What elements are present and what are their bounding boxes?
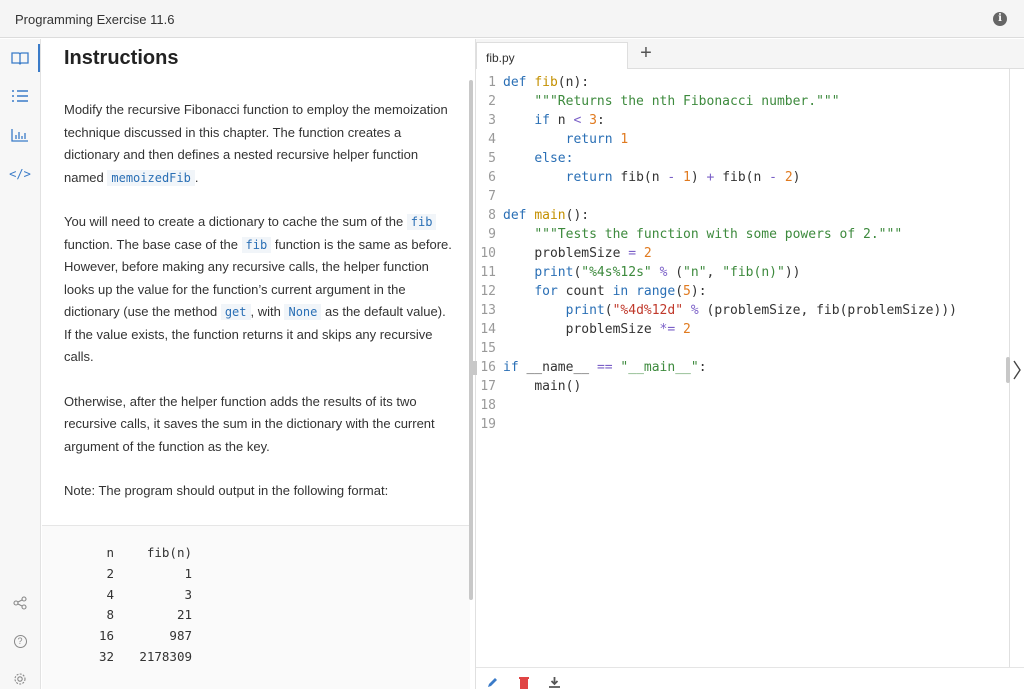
pencil-icon[interactable] bbox=[486, 676, 499, 689]
inline-code: fib bbox=[241, 236, 272, 253]
code-line-16[interactable]: if __name__ == "__main__": bbox=[503, 358, 707, 377]
window-title: Programming Exercise 11.6 bbox=[15, 12, 175, 27]
editor-tabs: fib.py + bbox=[476, 39, 1024, 69]
code-line-12[interactable]: for count in range(5): bbox=[503, 282, 706, 301]
add-tab-button[interactable]: + bbox=[638, 42, 654, 64]
line-number: 15 bbox=[480, 341, 496, 356]
help-icon[interactable]: ? bbox=[10, 631, 30, 651]
line-number: 9 bbox=[488, 227, 496, 242]
line-number: 8 bbox=[488, 208, 496, 223]
book-icon[interactable] bbox=[10, 48, 30, 68]
inline-code: None bbox=[284, 304, 322, 320]
output-row: 16 987 bbox=[98, 628, 192, 644]
sidebar-rail: </> ? bbox=[0, 39, 41, 689]
code-line-6[interactable]: return fib(n - 1) + fib(n - 2) bbox=[503, 168, 801, 187]
line-number: 4 bbox=[488, 132, 496, 147]
inline-code: memoizedFib bbox=[107, 169, 195, 186]
code-line-14[interactable]: problemSize *= 2 bbox=[503, 320, 691, 339]
download-icon[interactable] bbox=[548, 676, 561, 689]
code-line-17[interactable]: main() bbox=[503, 377, 581, 396]
settings-icon[interactable] bbox=[10, 669, 30, 689]
instructions-body: Modify the recursive Fibonacci function … bbox=[64, 99, 454, 525]
info-icon[interactable]: i bbox=[993, 12, 1007, 26]
instructions-heading: Instructions bbox=[64, 47, 179, 69]
code-area[interactable]: 1 def fib(n): 2 """Returns the nth Fibona… bbox=[476, 73, 1011, 667]
code-icon[interactable]: </> bbox=[9, 164, 31, 184]
title-bar: Programming Exercise 11.6 i bbox=[0, 0, 1024, 38]
inline-code: get bbox=[220, 304, 251, 320]
instructions-paragraph: Modify the recursive Fibonacci function … bbox=[64, 102, 448, 186]
code-editor[interactable]: fib.py + 1 def fib(n): 2 """Returns the n… bbox=[473, 39, 1024, 689]
sample-output-table: n fib(n) 2 1 4 3 8 21 16 987 32 2178309 bbox=[64, 543, 192, 668]
tab-fib-py[interactable]: fib.py bbox=[476, 42, 628, 69]
line-number: 13 bbox=[480, 303, 496, 318]
line-number: 3 bbox=[488, 113, 496, 128]
chevron-right-icon[interactable] bbox=[1012, 359, 1022, 385]
editor-toolbar bbox=[476, 667, 1024, 689]
output-header-row: n fib(n) bbox=[106, 545, 192, 560]
instructions-panel: Instructions Modify the recursive Fibona… bbox=[42, 39, 470, 689]
chart-icon[interactable] bbox=[10, 125, 30, 145]
code-line-13[interactable]: print("%4d%12d" % (problemSize, fib(prob… bbox=[503, 301, 957, 320]
line-number: 14 bbox=[480, 322, 496, 337]
instructions-note: Note: The program should output in the f… bbox=[64, 483, 389, 498]
line-number: 11 bbox=[480, 265, 496, 280]
code-line-8[interactable]: def main(): bbox=[503, 206, 589, 225]
line-number: 5 bbox=[488, 151, 496, 166]
instructions-paragraph: Otherwise, after the helper function add… bbox=[64, 393, 435, 454]
share-icon[interactable] bbox=[10, 593, 30, 613]
output-row: 2 1 bbox=[106, 565, 192, 581]
line-number: 1 bbox=[488, 75, 496, 90]
code-line-11[interactable]: print("%4s%12s" % ("n", "fib(n)")) bbox=[503, 263, 800, 282]
code-line-1[interactable]: def fib(n): bbox=[503, 73, 589, 92]
line-number: 16 bbox=[480, 360, 496, 375]
editor-scrollbar[interactable] bbox=[1006, 357, 1010, 383]
code-line-2[interactable]: """Returns the nth Fibonacci number.""" bbox=[503, 92, 839, 111]
line-number: 19 bbox=[480, 417, 496, 432]
code-line-4[interactable]: return 1 bbox=[503, 130, 629, 149]
instructions-paragraph: You will need to create a dictionary to … bbox=[64, 214, 452, 364]
line-number: 2 bbox=[488, 94, 496, 109]
instructions-scrollbar[interactable] bbox=[469, 80, 473, 600]
code-line-5[interactable]: else: bbox=[503, 149, 573, 168]
code-line-3[interactable]: if n < 3: bbox=[503, 111, 604, 130]
active-indicator bbox=[38, 44, 40, 72]
line-number: 18 bbox=[480, 398, 496, 413]
line-number: 6 bbox=[488, 170, 496, 185]
code-line-9[interactable]: """Tests the function with some powers o… bbox=[503, 225, 902, 244]
output-row: 8 21 bbox=[106, 607, 192, 623]
list-icon[interactable] bbox=[10, 86, 30, 106]
output-row: 32 2178309 bbox=[98, 648, 192, 664]
inline-code: fib bbox=[406, 214, 437, 230]
output-row: 4 3 bbox=[106, 586, 192, 602]
line-number: 10 bbox=[480, 246, 496, 261]
line-number: 7 bbox=[488, 189, 496, 204]
trash-icon[interactable] bbox=[518, 676, 530, 689]
line-number: 12 bbox=[480, 284, 496, 299]
code-line-10[interactable]: problemSize = 2 bbox=[503, 244, 651, 263]
line-number: 17 bbox=[480, 379, 496, 394]
